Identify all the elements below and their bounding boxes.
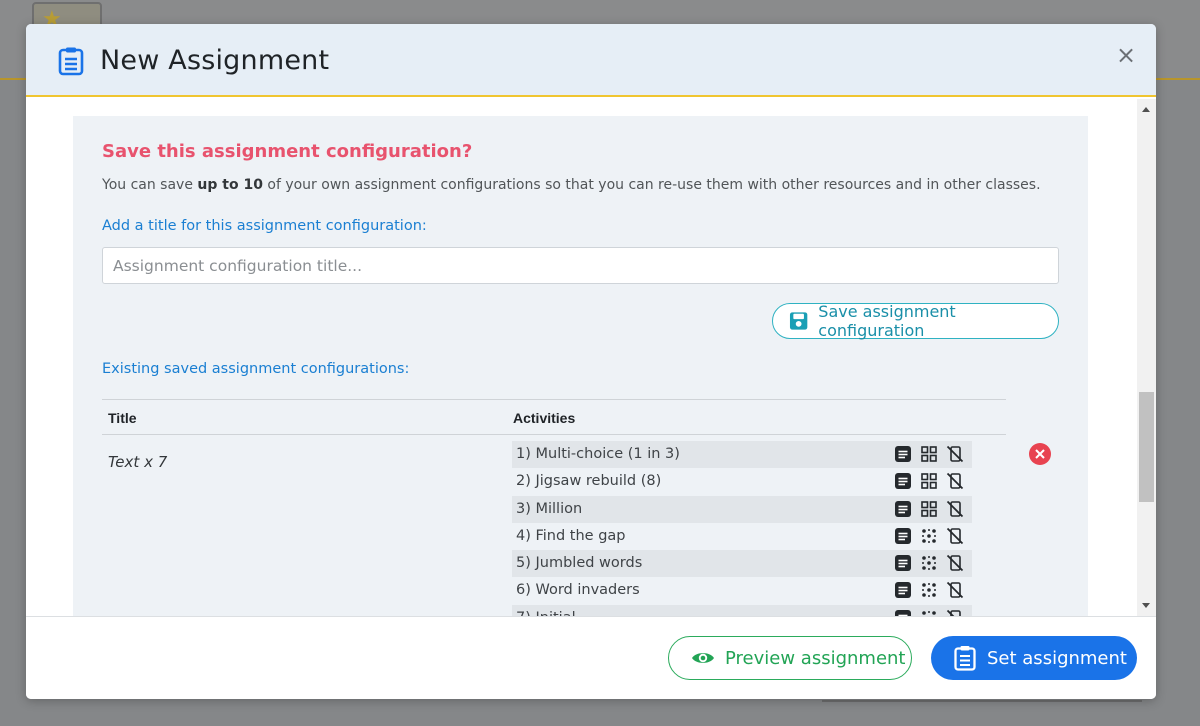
activity-row: 7) Initial...: [512, 604, 974, 616]
modal-body: Save this assignment configuration? You …: [26, 99, 1156, 616]
column-header-title: Title: [108, 410, 137, 426]
close-circle-icon: [1035, 449, 1045, 459]
dots-icon: [920, 527, 938, 545]
document-icon: [894, 609, 912, 616]
grid-icon: [920, 472, 938, 490]
activity-row: 1) Multi-choice (1 in 3): [512, 441, 974, 469]
activity-icons: [894, 445, 974, 465]
floppy-disk-icon: [789, 312, 808, 330]
close-icon[interactable]: ×: [1116, 42, 1136, 68]
scroll-down-arrow-icon[interactable]: [1142, 603, 1150, 608]
config-title-label: Add a title for this assignment configur…: [102, 218, 427, 234]
grid-icon: [920, 445, 938, 463]
activity-icons: [894, 609, 974, 616]
modal-header: New Assignment ×: [26, 24, 1156, 97]
new-assignment-modal: New Assignment × Save this assignment co…: [26, 24, 1156, 699]
activity-icons: [894, 472, 974, 492]
save-config-button[interactable]: Save assignment configuration: [772, 302, 1059, 340]
save-config-description: You can save up to 10 of your own assign…: [102, 177, 1041, 193]
dots-icon: [920, 609, 938, 616]
modal-footer: Preview assignment Set assignment: [26, 616, 1156, 699]
column-header-activities: Activities: [513, 410, 576, 426]
scroll-up-arrow-icon[interactable]: [1142, 107, 1150, 112]
remove-config-button[interactable]: [1029, 443, 1051, 465]
save-config-panel: Save this assignment configuration? You …: [73, 116, 1088, 616]
dots-icon: [920, 581, 938, 599]
activity-name: 3) Million: [516, 500, 583, 517]
config-row-title: Text x 7: [108, 453, 168, 471]
no-mobile-icon: [946, 445, 964, 463]
preview-assignment-label: Preview assignment: [725, 647, 906, 669]
document-icon: [894, 472, 912, 490]
save-config-heading: Save this assignment configuration?: [102, 141, 473, 162]
no-mobile-icon: [946, 581, 964, 599]
preview-assignment-button[interactable]: Preview assignment: [668, 636, 912, 680]
config-title-input[interactable]: [102, 247, 1059, 284]
activity-name: 6) Word invaders: [516, 582, 640, 599]
document-icon: [894, 445, 912, 463]
table-header-row: Title Activities: [102, 400, 1006, 435]
document-icon: [894, 581, 912, 599]
activity-name: 1) Multi-choice (1 in 3): [516, 446, 680, 462]
set-assignment-button[interactable]: Set assignment: [931, 636, 1137, 680]
clipboard-icon: [954, 646, 976, 671]
no-mobile-icon: [946, 472, 964, 490]
existing-configs-label: Existing saved assignment configurations…: [102, 361, 410, 377]
activity-icons: [894, 500, 974, 520]
scrollbar-thumb[interactable]: [1139, 392, 1154, 502]
activity-name: 5) Jumbled words: [516, 555, 643, 572]
modal-scrollbar[interactable]: [1137, 99, 1156, 616]
activity-name: 2) Jigsaw rebuild (8): [516, 473, 662, 490]
activity-icons: [894, 581, 974, 601]
grid-icon: [920, 500, 938, 518]
eye-icon: [692, 653, 714, 663]
document-icon: [894, 527, 912, 545]
no-mobile-icon: [946, 554, 964, 572]
activity-row: 3) Million: [512, 495, 974, 523]
dots-icon: [920, 554, 938, 572]
activity-icons: [894, 527, 974, 547]
document-icon: [894, 554, 912, 572]
activity-row: 2) Jigsaw rebuild (8): [512, 468, 972, 495]
activity-row: 6) Word invaders: [512, 577, 972, 604]
activity-row: 5) Jumbled words: [512, 550, 974, 578]
save-config-label: Save assignment configuration: [818, 302, 956, 340]
background-divider: [822, 700, 1142, 702]
document-icon: [894, 500, 912, 518]
modal-title: New Assignment: [100, 45, 330, 76]
no-mobile-icon: [946, 527, 964, 545]
no-mobile-icon: [946, 500, 964, 518]
no-mobile-icon: [946, 609, 964, 616]
activity-name: 4) Find the gap: [516, 527, 626, 544]
activity-row: 4) Find the gap: [512, 523, 972, 550]
activity-icons: [894, 554, 974, 574]
clipboard-icon: [58, 47, 84, 76]
set-assignment-label: Set assignment: [987, 647, 1127, 669]
activities-list: 1) Multi-choice (1 in 3) 2) Jigsaw rebuil…: [512, 441, 972, 616]
